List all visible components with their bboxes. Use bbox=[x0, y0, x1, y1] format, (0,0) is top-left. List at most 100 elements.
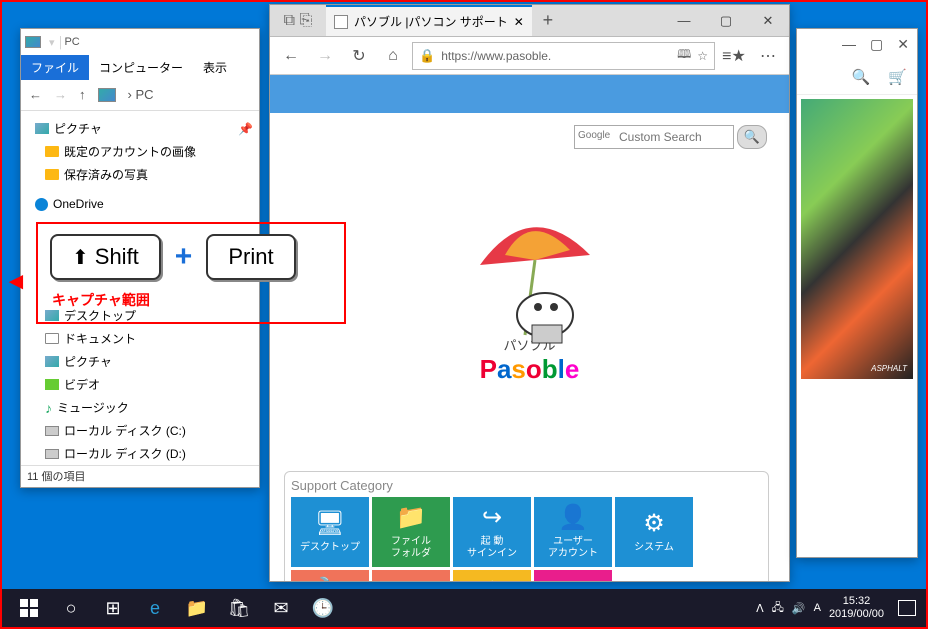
tree-default-account[interactable]: 既定のアカウントの画像 bbox=[21, 140, 259, 163]
page-content: Google 🔍 パソブル Pasoble Support Category 🖥… bbox=[270, 75, 789, 581]
google-label: Google bbox=[578, 130, 610, 141]
support-header: Support Category bbox=[291, 478, 762, 493]
minimize-button[interactable]: — bbox=[663, 5, 705, 36]
explorer-titlebar[interactable]: ▾ │ PC bbox=[21, 29, 259, 55]
maximize-button[interactable]: ▢ bbox=[705, 5, 747, 36]
gear-icon: ⚙ bbox=[643, 510, 665, 539]
taskview-button[interactable]: ⊞ bbox=[92, 589, 134, 627]
tree-saved-photos[interactable]: 保存済みの写真 bbox=[21, 163, 259, 186]
tab-aside-icon[interactable]: ⧉ ⎘ bbox=[270, 5, 326, 36]
print-key: Print bbox=[206, 234, 295, 280]
tile-trouble[interactable]: ⚠問 題 トラブル bbox=[453, 570, 531, 581]
tree-local-c[interactable]: ローカル ディスク (C:) bbox=[21, 419, 259, 442]
reading-view-icon[interactable]: 🕮 bbox=[677, 45, 691, 66]
tree-pictures2[interactable]: ピクチャ bbox=[21, 350, 259, 373]
breadcrumb[interactable]: › PC bbox=[128, 87, 154, 102]
forward-button[interactable]: → bbox=[310, 41, 340, 71]
taskbar: ○ ⊞ e 📁 🛍 ✉ 🕒 ᐱ 🖧 🔊 A 15:32 2019/00/00 bbox=[2, 589, 926, 627]
folder-icon: 📁 bbox=[396, 504, 426, 533]
mail-taskbar-icon[interactable]: ✉ bbox=[260, 589, 302, 627]
cortana-button[interactable]: ○ bbox=[50, 589, 92, 627]
user-icon: 👤 bbox=[558, 504, 588, 533]
drive-icon bbox=[45, 449, 59, 459]
site-logo: パソブル Pasoble bbox=[450, 205, 610, 385]
tab-computer[interactable]: コンピューター bbox=[89, 55, 193, 80]
clock-taskbar-icon[interactable]: 🕒 bbox=[302, 589, 344, 627]
tree-videos[interactable]: ビデオ bbox=[21, 373, 259, 396]
explorer-statusbar: 11 個の項目 bbox=[21, 465, 259, 487]
maximize-button[interactable]: ▢ bbox=[870, 36, 883, 53]
system-tray: ᐱ 🖧 🔊 A 15:32 2019/00/00 bbox=[756, 595, 920, 621]
edge-browser-window: ⧉ ⎘ パソブル |パソコン サポート ✕ + — ▢ ✕ ← → ↻ ⌂ 🔒 … bbox=[269, 4, 790, 582]
cart-icon[interactable]: 🛒 bbox=[888, 68, 907, 86]
tree-local-d[interactable]: ローカル ディスク (D:) bbox=[21, 442, 259, 465]
refresh-button[interactable]: ↻ bbox=[344, 41, 374, 71]
taskbar-clock[interactable]: 15:32 2019/00/00 bbox=[829, 595, 884, 621]
tile-boot[interactable]: ↪起 動 サインイン bbox=[453, 497, 531, 567]
pc-icon bbox=[25, 36, 41, 48]
back-button[interactable]: ← bbox=[276, 41, 306, 71]
store-hero-image[interactable] bbox=[801, 99, 913, 379]
browser-tab[interactable]: パソブル |パソコン サポート ✕ bbox=[326, 5, 532, 36]
tab-close-icon[interactable]: ✕ bbox=[514, 15, 524, 29]
search-icon[interactable]: 🔍 bbox=[852, 68, 871, 86]
tree-pictures[interactable]: ピクチャ📌 bbox=[21, 117, 259, 140]
music-icon: ♪ bbox=[45, 400, 52, 416]
tree-onedrive[interactable]: OneDrive bbox=[21, 194, 259, 214]
close-button[interactable]: ✕ bbox=[747, 5, 789, 36]
minimize-button[interactable]: — bbox=[842, 36, 856, 52]
google-search: Google 🔍 bbox=[574, 125, 767, 149]
tile-settings[interactable]: 🔧設 定 カスタマイズ bbox=[291, 570, 369, 581]
network-tray-icon[interactable]: 🖧 bbox=[772, 599, 784, 618]
home-button[interactable]: ⌂ bbox=[378, 41, 408, 71]
tile-network[interactable]: 🖧ネットワーク bbox=[372, 570, 450, 581]
explorer-title-text: PC bbox=[64, 36, 79, 48]
store-titlebar: — ▢ ✕ bbox=[797, 29, 917, 59]
wrench-icon: 🔧 bbox=[315, 577, 345, 581]
lock-icon: 🔒 bbox=[419, 48, 435, 64]
store-window: — ▢ ✕ 🔍 🛒 bbox=[796, 28, 918, 558]
tile-system[interactable]: ⚙システム bbox=[615, 497, 693, 567]
action-center-icon[interactable] bbox=[898, 600, 916, 616]
edge-toolbar: ← → ↻ ⌂ 🔒 https://www.pasoble. 🕮 ☆ ≡★ ⋯ bbox=[270, 37, 789, 75]
drive-icon bbox=[45, 426, 59, 436]
tile-security[interactable]: 🔒セキュリティ bbox=[534, 570, 612, 581]
favorites-bar-icon[interactable]: ≡★ bbox=[719, 41, 749, 71]
ime-tray-icon[interactable]: A bbox=[814, 602, 821, 614]
start-button[interactable] bbox=[8, 589, 50, 627]
tree-music[interactable]: ♪ミュージック bbox=[21, 396, 259, 419]
close-button[interactable]: ✕ bbox=[897, 36, 909, 53]
tree-documents[interactable]: ドキュメント bbox=[21, 327, 259, 350]
tab-file[interactable]: ファイル bbox=[21, 55, 89, 80]
tile-user[interactable]: 👤ユーザー アカウント bbox=[534, 497, 612, 567]
folder-icon bbox=[45, 169, 59, 180]
favicon bbox=[334, 15, 348, 29]
menu-icon[interactable]: ⋯ bbox=[753, 41, 783, 71]
tile-folder[interactable]: 📁ファイル フォルダ bbox=[372, 497, 450, 567]
edge-taskbar-icon[interactable]: e bbox=[134, 589, 176, 627]
edge-tabstrip: ⧉ ⎘ パソブル |パソコン サポート ✕ + — ▢ ✕ bbox=[270, 5, 789, 37]
volume-tray-icon[interactable]: 🔊 bbox=[792, 602, 806, 615]
tray-overflow-icon[interactable]: ᐱ bbox=[756, 602, 764, 615]
nav-fwd-icon[interactable]: → bbox=[54, 87, 67, 102]
capture-range-label: キャプチャ範囲 bbox=[38, 290, 344, 310]
address-bar[interactable]: 🔒 https://www.pasoble. 🕮 ☆ bbox=[412, 42, 715, 70]
shift-key: ⬆Shift bbox=[50, 234, 161, 280]
warning-icon: ⚠ bbox=[481, 577, 503, 581]
store-taskbar-icon[interactable]: 🛍 bbox=[218, 589, 260, 627]
tab-view[interactable]: 表示 bbox=[193, 55, 237, 80]
search-button[interactable]: 🔍 bbox=[737, 125, 767, 149]
support-category: Support Category 🖥デスクトップ 📁ファイル フォルダ ↪起 動… bbox=[284, 471, 769, 581]
mascot-image bbox=[450, 205, 610, 355]
document-icon bbox=[45, 333, 59, 344]
new-tab-button[interactable]: + bbox=[532, 5, 564, 36]
plus-icon: + bbox=[175, 240, 193, 274]
url-text: https://www.pasoble. bbox=[441, 49, 551, 63]
nav-up-icon[interactable]: ↑ bbox=[79, 87, 86, 102]
explorer-nav-bar: ← → ↑ › PC bbox=[21, 79, 259, 111]
favorite-icon[interactable]: ☆ bbox=[697, 49, 708, 63]
logo-en-text: Pasoble bbox=[450, 354, 610, 385]
nav-back-icon[interactable]: ← bbox=[29, 87, 42, 102]
tile-desktop[interactable]: 🖥デスクトップ bbox=[291, 497, 369, 567]
explorer-taskbar-icon[interactable]: 📁 bbox=[176, 589, 218, 627]
